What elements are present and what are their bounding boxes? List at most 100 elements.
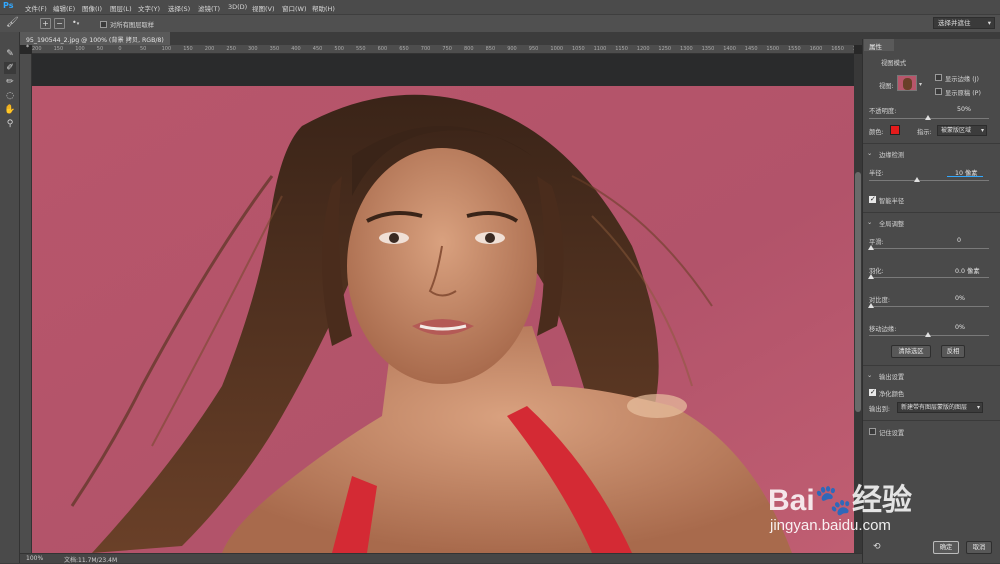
shift-edge-slider-knob[interactable] [925,332,931,337]
ruler-tick-label: 1650 [831,46,844,52]
zoom-tool-icon[interactable]: ⚲ [4,118,16,130]
decontaminate-colors-checkbox[interactable] [869,388,876,396]
subtract-mode-button[interactable]: − [54,18,65,29]
feather-slider[interactable] [869,277,989,278]
horizontal-ruler: 200 150 100 50 0 50 100 150 200 250 300 350 400 450 50… [32,45,854,54]
menu-file[interactable]: 文件(F) [25,3,47,13]
ruler-tick-label: 0 [118,46,122,52]
options-bar: 🖌 + − •▾ 对所有图层取样 [0,14,1000,32]
remember-settings-checkbox[interactable] [869,428,876,435]
lasso-tool-icon[interactable]: ◌ [4,90,16,102]
overlay-color-swatch[interactable] [890,125,900,135]
ruler-tick-label: 1000 [550,46,564,52]
ruler-tick-label: 250 [226,46,236,52]
ruler-tick-label: 150 [183,46,193,52]
ruler-tick-label: 950 [528,46,539,52]
output-to-label: 输出到: [869,406,891,413]
ruler-tick-label: 1350 [701,46,715,52]
ruler-tick-label: 50 [96,46,104,52]
contrast-slider-knob[interactable] [868,303,874,308]
ruler-tick-label: 1150 [615,46,628,52]
brush-tool-icon[interactable]: 🖌 [6,17,26,31]
show-original-checkbox[interactable] [935,88,942,95]
invert-button[interactable]: 反相 [941,345,965,358]
menu-window[interactable]: 窗口(W) [282,3,307,13]
menu-3d[interactable]: 3D(D) [228,3,247,11]
menu-view[interactable]: 视图(V) [252,3,275,13]
menu-help[interactable]: 帮助(H) [312,3,335,13]
ruler-tick-label: 600 [377,46,388,52]
smart-radius-checkbox[interactable] [869,195,876,203]
cancel-button[interactable]: 取消 [966,541,992,554]
zoom-level[interactable]: 100% [26,555,43,562]
contrast-value[interactable]: 0% [955,295,965,302]
view-mode-thumbnail[interactable] [897,75,917,91]
ruler-tick-label: 750 [442,46,452,52]
ruler-tick-label: 850 [485,46,496,52]
ruler-tick-label: 100 [161,46,172,52]
ruler-tick-label: 200 [204,46,215,52]
ruler-tick-label: 400 [291,46,301,52]
divider [863,420,1000,421]
show-edge-checkbox[interactable] [935,74,942,81]
opacity-slider-knob[interactable] [925,115,931,120]
ruler-tick-label: 650 [399,46,409,52]
collapse-chevron-icon[interactable]: ⌄ [867,150,872,157]
menu-edit[interactable]: 编辑(E) [53,3,75,13]
workspace-dropdown[interactable]: 选择并遮住 ▾ [933,17,995,29]
smooth-value[interactable]: 0 [957,237,961,244]
hand-tool-icon[interactable]: ✋ [4,104,16,116]
ruler-tick-label: 1400 [723,46,736,52]
watermark-brand-tail: 经验 [852,484,913,517]
collapse-chevron-icon[interactable]: ⌄ [867,219,872,226]
divider [863,143,1000,144]
show-original-label: 显示原稿 (P) [945,90,981,97]
menu-select[interactable]: 选择(S) [168,3,190,13]
photo-canvas[interactable] [32,86,854,553]
shift-edge-value[interactable]: 0% [955,324,965,331]
ruler-tick-label: 1500 [766,46,780,52]
smart-radius-label: 智能半径 [879,198,905,205]
add-mode-button[interactable]: + [40,18,51,29]
menu-layer[interactable]: 图层(L) [110,3,132,13]
color-label: 颜色: [869,129,884,136]
ruler-tick-label: 300 [248,46,258,52]
document-tab[interactable]: 95_190544_2.jpg @ 100% (背景 拷贝, RGB/8) *× [20,32,170,51]
smooth-slider-knob[interactable] [868,245,874,250]
ruler-tick-label: 1250 [658,46,672,52]
properties-tab[interactable]: 属性 [864,39,894,51]
contrast-slider[interactable] [869,306,989,307]
ruler-tick-label: 500 [334,46,344,52]
paw-icon: 🐾 [814,484,853,517]
feather-value[interactable]: 0.0 像素 [955,266,980,275]
indicate-dropdown[interactable]: 被蒙版区域 ▾ [937,125,987,136]
output-to-dropdown[interactable]: 新建带有图层蒙版的图层 ▾ [897,402,983,413]
sample-all-layers-checkbox[interactable] [100,21,107,28]
menu-type[interactable]: 文字(Y) [138,3,160,13]
feather-slider-knob[interactable] [868,274,874,279]
smooth-slider[interactable] [869,248,989,249]
quick-selection-tool-icon[interactable]: ✎ [4,48,16,60]
ruler-tick-label: 1200 [636,46,650,52]
workspace-dropdown-value: 选择并遮住 [938,19,971,27]
menu-filter[interactable]: 滤镜(T) [198,3,220,13]
ruler-tick-label: 550 [356,46,366,52]
clear-selection-button[interactable]: 清除选区 [891,345,931,358]
ruler-tick-label: 1050 [572,46,585,52]
scrollbar-thumb[interactable] [855,172,861,412]
remember-settings-label: 记住设置 [879,430,905,437]
status-bar: 100% 文档:11.7M/23.4M [20,553,862,564]
radius-slider-knob[interactable] [914,177,920,182]
ruler-tick-label: 700 [420,46,431,52]
brush-tool-icon[interactable]: ✏ [4,76,16,88]
chevron-down-icon: ▾ [987,19,991,27]
vertical-ruler [20,54,32,553]
radius-slider[interactable] [869,180,989,181]
opacity-value[interactable]: 50% [957,106,971,113]
collapse-chevron-icon[interactable]: ⌄ [867,372,872,379]
output-to-value: 新建带有图层蒙版的图层 [901,404,968,411]
brush-size-picker-icon[interactable]: •▾ [72,18,88,30]
refine-edge-brush-tool-icon[interactable]: ✐ [4,62,16,74]
menu-image[interactable]: 图像(I) [82,3,102,13]
chevron-down-icon[interactable]: ▾ [919,81,922,88]
